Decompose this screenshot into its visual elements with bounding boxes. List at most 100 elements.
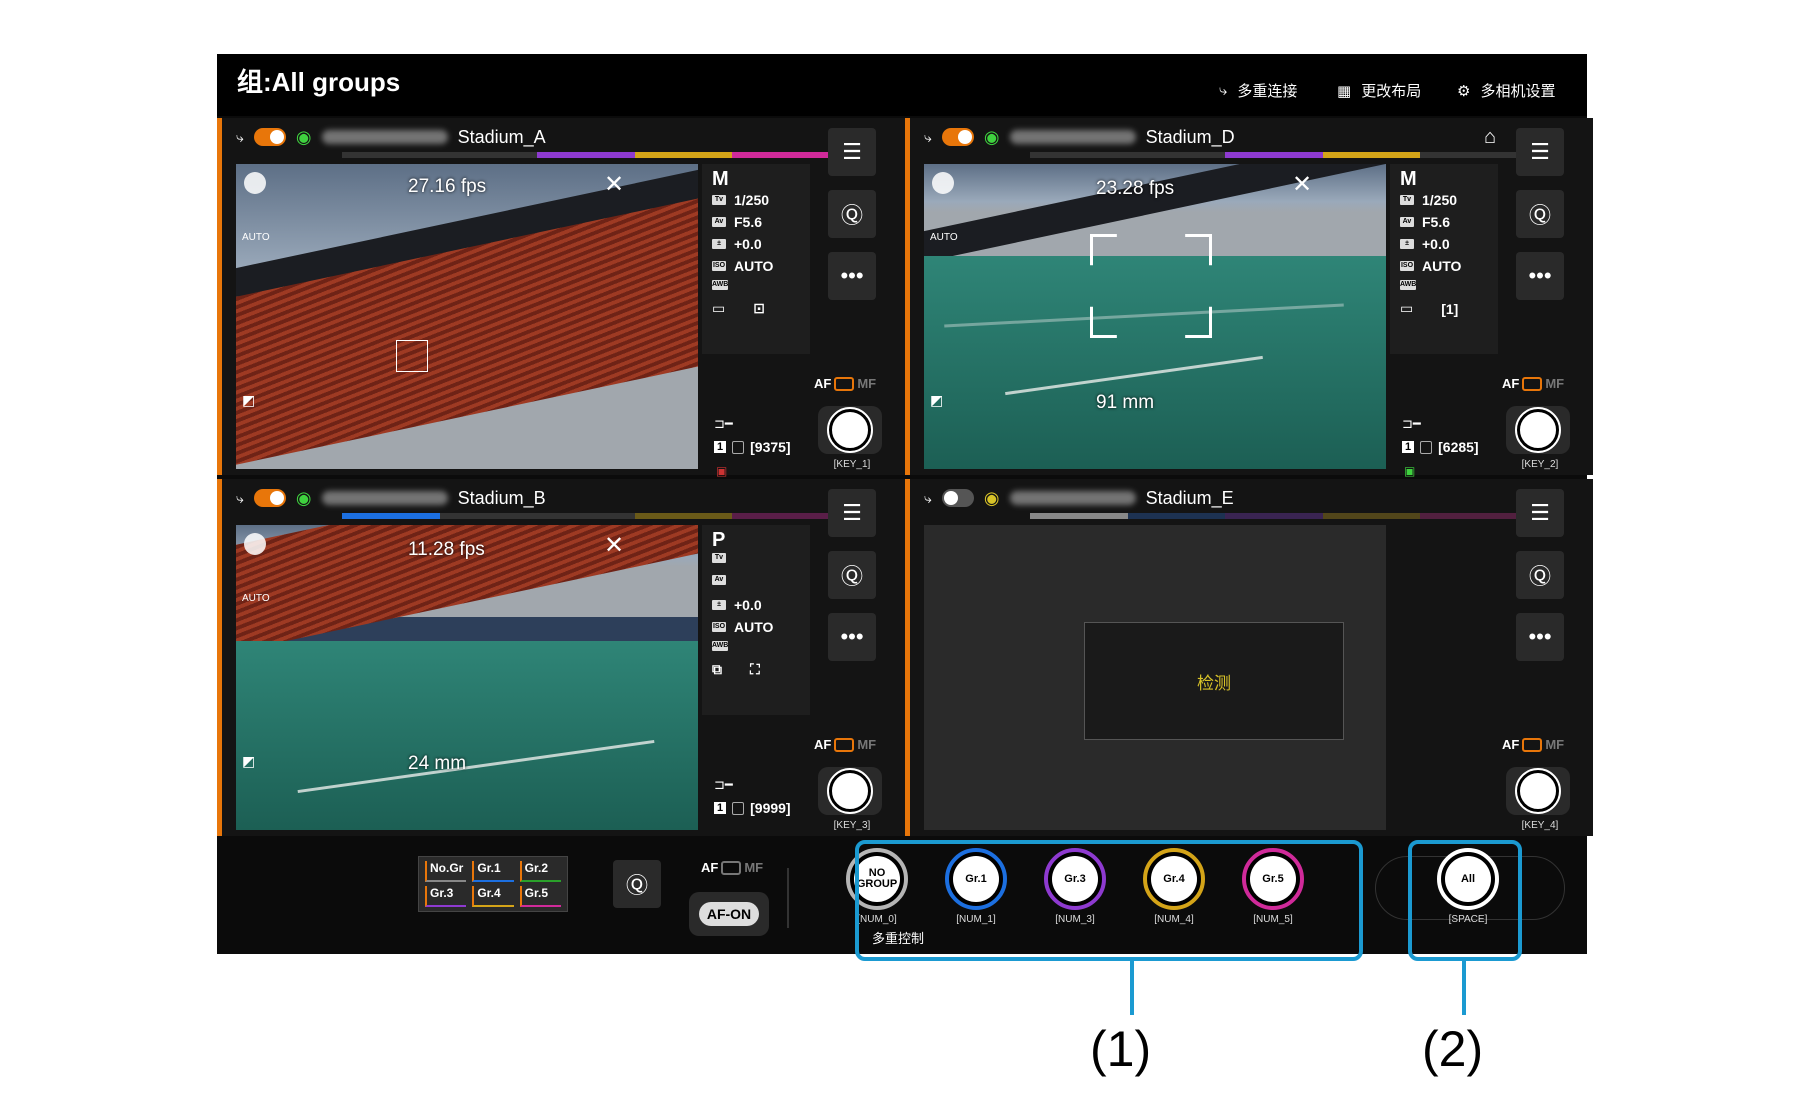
live-view[interactable]: AUTO 27.16 fps ✕ ◩ <box>236 164 698 469</box>
shutter-button[interactable] <box>1506 767 1570 815</box>
power-icon: ⊐━ <box>714 777 733 792</box>
group-assignment-grid[interactable]: No.Gr Gr.1 Gr.2 Gr.3 Gr.4 Gr.5 <box>418 856 568 912</box>
av-icon: Av <box>712 575 726 585</box>
close-icon[interactable]: ✕ <box>604 170 624 199</box>
multi-camera-window: 组:All groups ⤷ 多重连接 ▦ 更改布局 ⚙ 多相机设置 ⤷ ◉ Stad… <box>217 54 1593 954</box>
group-title: 组:All groups <box>237 67 401 97</box>
callout-frame-2 <box>1408 840 1522 961</box>
connect-toggle[interactable] <box>253 128 286 146</box>
metering-icon: ⊡ <box>753 300 765 316</box>
menu-button[interactable]: ☰ <box>828 128 876 176</box>
connect-toggle[interactable] <box>941 128 974 146</box>
fps-readout: 11.28 fps <box>408 539 485 560</box>
more-button[interactable]: ••• <box>1516 252 1564 300</box>
awb-icon: AWB <box>1400 280 1417 290</box>
ip-address-blurred <box>1009 130 1136 144</box>
af-mf-switch[interactable]: AF MF <box>1502 737 1564 752</box>
shots-remaining: 1 [9999] <box>714 800 791 816</box>
shutter-button[interactable] <box>818 406 882 454</box>
callout-number-2: (2) <box>1422 1021 1484 1077</box>
af-mf-switch-all[interactable]: AF MF <box>701 860 763 875</box>
shutter-key-label: [KEY_4] <box>1521 820 1559 831</box>
camera-panel-stadium-b: ⤷ ◉ Stadium_B AUTO 11.28 fps ✕ ◩ 24 mm P… <box>217 479 905 836</box>
exposure-icon: ± <box>1400 239 1414 249</box>
connect-toggle[interactable] <box>941 489 974 507</box>
aperture: F5.6 <box>734 214 763 230</box>
shots-remaining: 1 [6285] <box>1402 439 1479 455</box>
grid-gr4: Gr.4 <box>472 886 514 907</box>
iso-icon: ISO <box>1400 261 1414 271</box>
close-icon[interactable]: ✕ <box>1292 170 1312 199</box>
iso-icon: ISO <box>712 261 726 271</box>
af-on-label: AF-ON <box>698 902 760 926</box>
camera-panel-stadium-a: ⤷ ◉ Stadium_A AUTO 27.16 fps ✕ ◩ M Tv 1/2… <box>217 118 905 478</box>
shooting-mode: M <box>1400 168 1417 190</box>
camera-name: Stadium_D <box>1145 126 1235 147</box>
group-stripe <box>1030 513 1518 519</box>
quick-control-button[interactable]: Ⓠ <box>1516 551 1564 599</box>
af-mf-switch[interactable]: AF MF <box>814 737 876 752</box>
live-view-off: 检测 <box>924 525 1386 830</box>
change-layout-button[interactable]: ▦ 更改布局 <box>1337 80 1421 101</box>
link-icon: ⤷ <box>924 128 932 145</box>
shots-remaining: 1 [9375] <box>714 439 791 455</box>
focal-length: 91 mm <box>1096 392 1155 413</box>
menu-button[interactable]: ☰ <box>1516 128 1564 176</box>
change-layout-label: 更改布局 <box>1361 83 1422 100</box>
iso-value: AUTO <box>1422 258 1462 274</box>
connect-icon: ⤷ <box>1219 82 1228 99</box>
iso-value: AUTO <box>734 258 774 274</box>
grid-no-group: No.Gr <box>425 861 467 882</box>
top-bar: 组:All groups ⤷ 多重连接 ▦ 更改布局 ⚙ 多相机设置 <box>217 54 1587 116</box>
camera-status-icon: ◉ <box>295 487 312 508</box>
quick-control-button[interactable]: Ⓠ <box>828 190 876 238</box>
record-mode-icon <box>244 533 266 555</box>
fps-readout: 23.28 fps <box>1096 178 1175 199</box>
close-icon[interactable]: ✕ <box>604 531 624 560</box>
tv-icon: Tv <box>712 195 726 205</box>
av-icon: Av <box>1400 217 1414 227</box>
shutter-button[interactable] <box>818 767 882 815</box>
af-on-button[interactable]: AF-ON <box>689 892 769 936</box>
multi-camera-settings-label: 多相机设置 <box>1480 83 1556 100</box>
settings-panel: M Tv 1/250 Av F5.6 ± +0.0 ISO AUTO AWB ▭ ⊡ <box>702 164 810 354</box>
auto-label: AUTO <box>242 593 270 604</box>
multi-connect-button[interactable]: ⤷ 多重连接 <box>1219 80 1297 101</box>
camera-panel-stadium-e: ⤷ ◉ Stadium_E 检测 ☰ Ⓠ ••• AF MF [KEY_4] <box>905 479 1593 836</box>
ip-address-blurred <box>1009 491 1136 505</box>
callout-line-1 <box>1130 961 1134 1015</box>
group-stripe <box>342 513 830 519</box>
swap-icon[interactable]: ◩ <box>242 753 255 770</box>
callout-frame-1 <box>855 840 1363 961</box>
more-button[interactable]: ••• <box>828 252 876 300</box>
exposure-comp: +0.0 <box>734 597 762 613</box>
live-view[interactable]: AUTO 11.28 fps ✕ ◩ 24 mm <box>236 525 698 830</box>
connect-toggle[interactable] <box>253 489 286 507</box>
live-view[interactable]: AUTO 23.28 fps ✕ ◩ 91 mm <box>924 164 1386 469</box>
swap-icon[interactable]: ◩ <box>930 392 943 409</box>
iso-value: AUTO <box>734 619 774 635</box>
record-mode-icon <box>244 172 266 194</box>
menu-button[interactable]: ☰ <box>828 489 876 537</box>
quick-control-all-button[interactable]: Ⓠ <box>613 860 661 908</box>
layout-grid-icon: ▦ <box>1337 82 1352 100</box>
menu-button[interactable]: ☰ <box>1516 489 1564 537</box>
more-button[interactable]: ••• <box>828 613 876 661</box>
group-stripe <box>342 152 830 158</box>
camera-status-icon: ◉ <box>983 487 1000 508</box>
quick-control-button[interactable]: Ⓠ <box>828 551 876 599</box>
multi-camera-settings-button[interactable]: ⚙ 多相机设置 <box>1457 80 1555 101</box>
camera-status-icon: ◉ <box>983 126 1000 147</box>
quick-control-button[interactable]: Ⓠ <box>1516 190 1564 238</box>
exposure-comp: +0.0 <box>734 236 762 252</box>
af-mf-switch[interactable]: AF MF <box>1502 376 1564 391</box>
camera-name: Stadium_A <box>457 126 546 147</box>
af-mf-switch[interactable]: AF MF <box>814 376 876 391</box>
pan-tilt-icon: ⌂ <box>1484 126 1497 148</box>
shutter-button[interactable] <box>1506 406 1570 454</box>
more-button[interactable]: ••• <box>1516 613 1564 661</box>
grid-gr1: Gr.1 <box>472 861 514 882</box>
panel-header: ⤷ ◉ Stadium_E <box>924 485 1524 511</box>
exposure-comp: +0.0 <box>1422 236 1450 252</box>
swap-icon[interactable]: ◩ <box>242 392 255 409</box>
